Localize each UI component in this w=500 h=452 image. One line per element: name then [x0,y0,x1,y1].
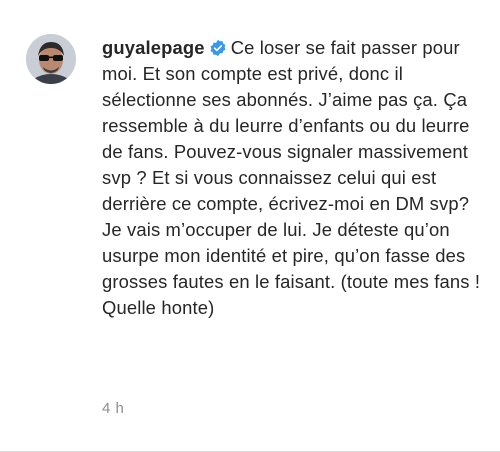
comment: guyalepage Ce loser se fait passer pour m… [0,0,500,452]
comment-body: guyalepage Ce loser se fait passer pour m… [102,35,486,321]
avatar[interactable] [26,34,76,84]
timestamp: 4 h [102,400,125,417]
username[interactable]: guyalepage [102,37,205,58]
comment-text: Ce loser se fait passer pour moi. Et son… [102,37,481,318]
verified-badge-icon [209,38,227,57]
